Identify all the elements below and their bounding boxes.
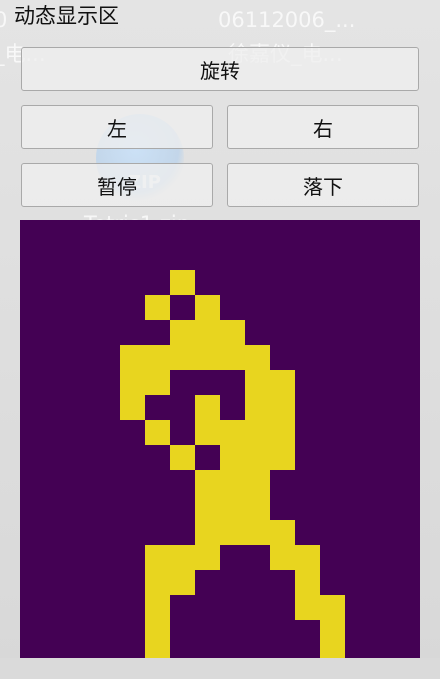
- block-cell: [270, 420, 295, 445]
- block-cell: [145, 370, 170, 395]
- block-cell: [295, 595, 320, 620]
- block-cell: [270, 545, 295, 570]
- pause-button[interactable]: 暂停: [21, 163, 213, 207]
- block-cell: [195, 320, 220, 345]
- block-cell: [170, 445, 195, 470]
- block-cell: [220, 420, 245, 445]
- block-cell: [195, 520, 220, 545]
- move-left-button[interactable]: 左: [21, 105, 213, 149]
- block-cell: [170, 570, 195, 595]
- rotate-button[interactable]: 旋转: [21, 47, 419, 91]
- block-cell: [145, 295, 170, 320]
- block-cell: [145, 645, 170, 658]
- block-cell: [145, 570, 170, 595]
- block-cell: [195, 295, 220, 320]
- block-cell: [195, 470, 220, 495]
- move-right-button[interactable]: 右: [227, 105, 419, 149]
- block-cell: [120, 395, 145, 420]
- block-cell: [245, 420, 270, 445]
- block-cell: [195, 395, 220, 420]
- game-board: [20, 220, 420, 658]
- block-cell: [220, 445, 245, 470]
- block-cell: [245, 495, 270, 520]
- window-bottom-border: [0, 658, 440, 679]
- block-cell: [170, 345, 195, 370]
- block-cell: [145, 545, 170, 570]
- block-cell: [295, 545, 320, 570]
- block-cell: [195, 545, 220, 570]
- block-cell: [270, 445, 295, 470]
- block-cell: [320, 645, 345, 658]
- window-title: 动态显示区: [14, 4, 119, 28]
- block-cell: [320, 620, 345, 645]
- block-cell: [245, 445, 270, 470]
- desktop-ghost-file-name: 06112006_...: [218, 8, 356, 32]
- block-cell: [145, 620, 170, 645]
- app-window: 0 _电... 06112006_... 徐嘉仪_电... ZIP Tetris…: [0, 0, 440, 679]
- block-cell: [245, 370, 270, 395]
- block-cell: [120, 345, 145, 370]
- block-cell: [170, 270, 195, 295]
- block-cell: [145, 595, 170, 620]
- block-cell: [270, 520, 295, 545]
- block-cell: [170, 320, 195, 345]
- block-cell: [195, 495, 220, 520]
- drop-button[interactable]: 落下: [227, 163, 419, 207]
- block-cell: [245, 345, 270, 370]
- block-cell: [220, 470, 245, 495]
- desktop-ghost-text: 0: [0, 8, 8, 32]
- block-cell: [295, 570, 320, 595]
- block-cell: [220, 520, 245, 545]
- block-cell: [245, 395, 270, 420]
- block-cell: [170, 545, 195, 570]
- block-cell: [220, 345, 245, 370]
- block-cell: [270, 395, 295, 420]
- block-cell: [220, 495, 245, 520]
- block-cell: [145, 345, 170, 370]
- block-cell: [220, 320, 245, 345]
- block-cell: [320, 595, 345, 620]
- block-cell: [120, 370, 145, 395]
- block-cell: [270, 370, 295, 395]
- block-cell: [245, 520, 270, 545]
- block-cell: [195, 420, 220, 445]
- block-cell: [195, 345, 220, 370]
- block-cell: [245, 470, 270, 495]
- block-cell: [145, 420, 170, 445]
